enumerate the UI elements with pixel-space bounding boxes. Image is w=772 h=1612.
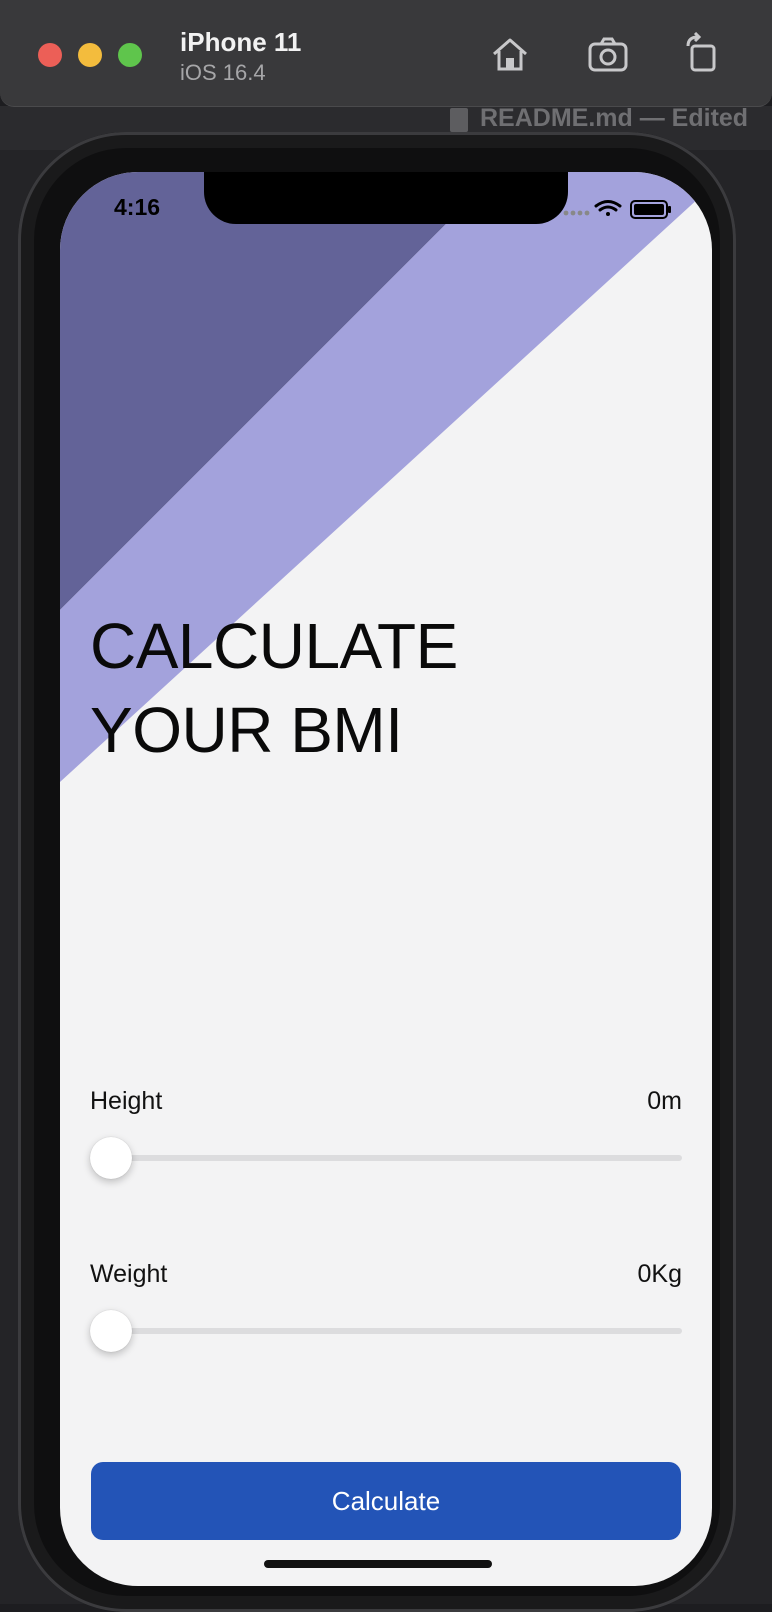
- weight-slider[interactable]: [90, 1328, 682, 1334]
- status-time: 4:16: [114, 194, 161, 220]
- home-icon[interactable]: [488, 32, 532, 76]
- background-file-title: README.md — Edited: [480, 104, 749, 132]
- title-line-2: YOUR BMI: [90, 694, 403, 766]
- height-slider-thumb[interactable]: [90, 1137, 132, 1179]
- rotate-icon[interactable]: [680, 31, 724, 76]
- document-icon: [450, 108, 468, 132]
- diagonal-stripes-background: [60, 172, 712, 782]
- status-icons: [563, 200, 671, 219]
- zoom-window-button[interactable]: [118, 43, 142, 67]
- os-version: iOS 16.4: [180, 60, 266, 85]
- app-screen: 4:16 CALCULATE YOUR BMI Height 0m Weight…: [60, 172, 712, 1586]
- weight-label: Weight: [90, 1260, 168, 1288]
- title-line-1: CALCULATE: [90, 610, 458, 682]
- calculate-button[interactable]: Calculate: [91, 1462, 681, 1540]
- simulator-title-bar: iPhone 11 iOS 16.4: [0, 0, 772, 107]
- signal-icon: [563, 210, 590, 216]
- weight-slider-thumb[interactable]: [90, 1310, 132, 1352]
- wifi-icon: [594, 200, 622, 216]
- battery-icon: [630, 200, 671, 219]
- screenshot-icon[interactable]: [586, 32, 630, 76]
- notch: [204, 172, 568, 224]
- close-window-button[interactable]: [38, 43, 62, 67]
- height-label: Height: [90, 1087, 163, 1115]
- home-indicator: [264, 1560, 492, 1568]
- minimize-window-button[interactable]: [78, 43, 102, 67]
- page-title: CALCULATE YOUR BMI: [90, 604, 458, 772]
- device-name: iPhone 11: [180, 27, 302, 57]
- weight-value: 0Kg: [637, 1260, 682, 1288]
- height-slider[interactable]: [90, 1155, 682, 1161]
- height-value: 0m: [647, 1087, 682, 1115]
